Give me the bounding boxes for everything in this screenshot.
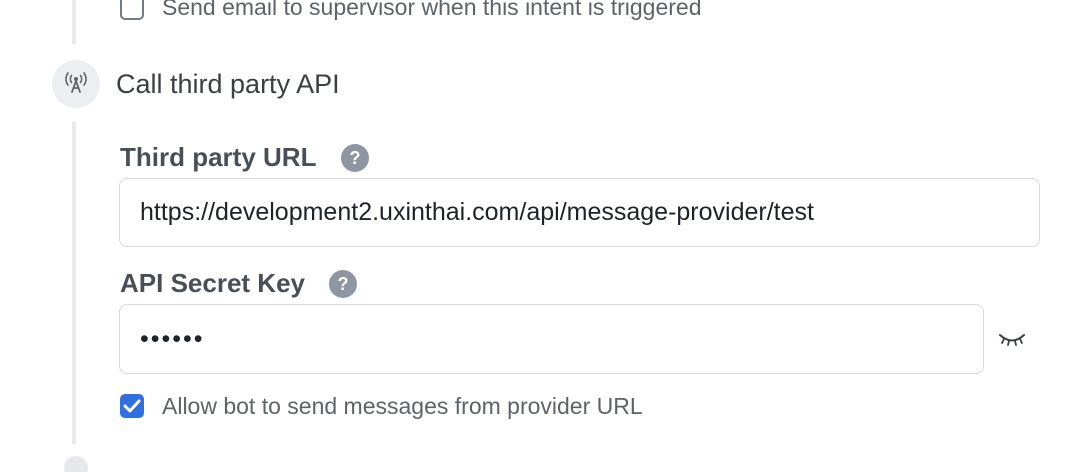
api-secret-key-value: •••••• [140,324,205,353]
eye-closed-icon[interactable] [996,326,1028,350]
timeline-connector-top [72,0,76,44]
third-party-url-value: https://development2.uxinthai.com/api/me… [140,198,814,226]
step-title: Call third party API [116,69,340,99]
api-secret-key-label: API Secret Key [120,268,305,298]
api-secret-key-input[interactable]: •••••• [119,304,984,374]
email-supervisor-checkbox[interactable] [120,0,144,20]
help-icon[interactable]: ? [341,144,369,172]
broadcast-tower-icon [63,70,89,99]
allow-provider-checkbox[interactable] [120,394,144,418]
step-node [52,60,100,108]
third-party-url-label: Third party URL [120,142,317,172]
help-icon[interactable]: ? [329,270,357,298]
next-step-node [64,456,88,472]
call-api-step-editor: Send email to supervisor when this inten… [0,0,1092,472]
third-party-url-input[interactable]: https://development2.uxinthai.com/api/me… [119,178,1040,247]
allow-provider-label: Allow bot to send messages from provider… [162,393,643,419]
timeline-connector [72,122,76,444]
checkmark-icon [123,399,141,413]
email-supervisor-label: Send email to supervisor when this inten… [162,0,702,20]
